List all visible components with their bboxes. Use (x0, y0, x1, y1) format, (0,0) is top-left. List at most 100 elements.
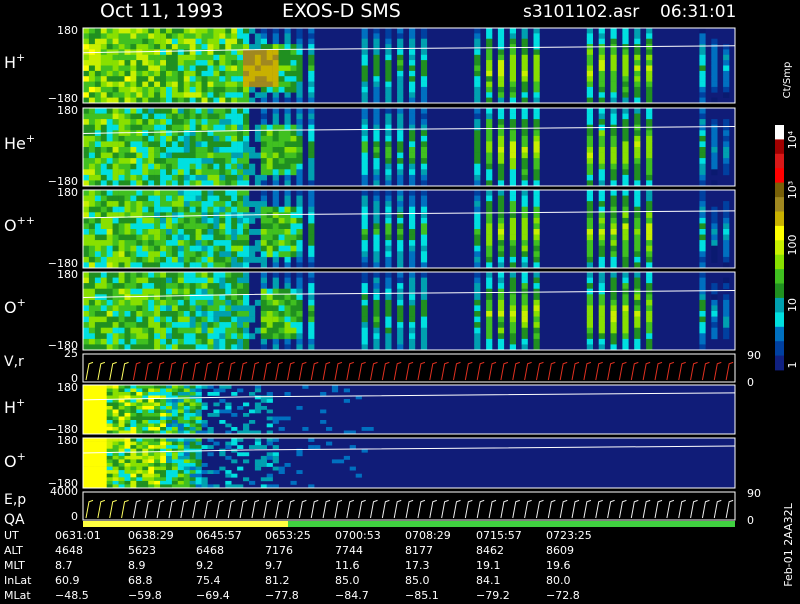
spectrogram-cell (586, 60, 593, 66)
spectrogram-cell (112, 305, 119, 312)
spectrogram-cell (420, 152, 428, 159)
spectrogram-cell (646, 169, 653, 176)
spectrogram-cell (521, 305, 528, 312)
spectrogram-cell (509, 163, 516, 170)
ephemeris-cell: 8.9 (128, 559, 146, 572)
spectrogram-cell (586, 251, 593, 258)
spectrogram-cell (118, 217, 125, 224)
spectrogram-cell (112, 441, 119, 446)
spectrogram-cell (171, 445, 179, 449)
spectrogram-cell (83, 427, 90, 431)
spectrogram-cell (474, 190, 481, 196)
spectrogram-cell (249, 76, 256, 82)
spectrogram-cell (106, 427, 113, 431)
spectrogram-cell (201, 70, 208, 77)
spectrogram-cell (634, 174, 641, 181)
spectrogram-cell (88, 70, 96, 77)
spectrogram-cell (521, 180, 528, 187)
spectrogram-cell (219, 70, 226, 77)
spectrogram-cell (397, 245, 404, 252)
spectrogram-cell (88, 402, 96, 407)
spectrogram-cell (622, 327, 629, 334)
spectrogram-cell (610, 251, 617, 258)
spectrogram-cell (373, 212, 380, 219)
spectrogram-cell (142, 322, 149, 328)
spectrogram-cell (533, 33, 540, 40)
spectrogram-cell (195, 234, 202, 241)
spectrogram-cell (136, 158, 143, 164)
spectrogram-cell (397, 229, 404, 235)
spectrogram-cell (154, 480, 161, 485)
right-axis-min-label: 0 (747, 376, 754, 389)
spectrogram-cell (699, 256, 706, 263)
spectrogram-cell (106, 406, 113, 410)
spectrogram-cell (189, 388, 196, 393)
spectrogram-cell (183, 65, 190, 72)
spectrogram-cell (231, 44, 238, 50)
spectrogram-cell (183, 272, 190, 278)
spectrogram-cell (723, 311, 730, 317)
spectrogram-cell (284, 327, 291, 334)
spectrogram-cell (94, 245, 102, 252)
spectrogram-cell (308, 38, 315, 45)
spectrogram-cell (272, 195, 279, 202)
spectrogram-cell (83, 283, 90, 289)
spectrogram-cell (183, 399, 190, 403)
spectrogram-cell (598, 217, 605, 224)
spectrogram-cell (94, 240, 102, 246)
spectrogram-cell (373, 163, 380, 170)
spectrogram-cell (112, 108, 119, 114)
spectrogram-cell (124, 427, 131, 431)
spectrogram-cell (646, 223, 653, 230)
spectrogram-cell (88, 463, 96, 467)
spectrogram-cell (237, 201, 244, 207)
spectrogram-cell (195, 272, 202, 278)
spectrogram-cell (598, 76, 605, 82)
spectrogram-cell (88, 445, 96, 449)
spectrogram-cell (83, 409, 90, 414)
spectrogram-cell (420, 251, 428, 258)
spectrogram-cell (260, 327, 267, 334)
spectrogram-cell (100, 392, 107, 396)
spectrogram-cell (130, 245, 137, 252)
spectrogram-cell (699, 92, 706, 98)
spectrogram-cell (397, 223, 404, 230)
spectrogram-cell (112, 388, 119, 393)
spectrogram-cell (100, 163, 107, 170)
spectrogram-cell (106, 223, 113, 230)
spectrogram-cell (219, 119, 226, 125)
spectrogram-cell (142, 392, 149, 396)
spectrogram-cell (266, 299, 273, 306)
spectrogram-cell (207, 305, 214, 312)
spectrogram-cell (385, 130, 392, 137)
spectrogram-cell (243, 206, 250, 213)
spectrogram-cell (112, 262, 119, 269)
spectrogram-cell (166, 97, 173, 104)
spectrogram-cell (195, 388, 202, 393)
spectrogram-cell (83, 416, 90, 421)
spectrogram-cell (100, 470, 107, 474)
spectrogram-cell (355, 473, 362, 478)
spectrogram-cell (646, 158, 653, 164)
spectrogram-cell (183, 229, 190, 235)
spectrogram-cell (118, 119, 125, 125)
spectrogram-cell (88, 441, 96, 446)
spectrogram-cell (160, 234, 167, 241)
spectrogram-cell (171, 70, 179, 77)
spectrogram-cell (699, 60, 706, 66)
spectrogram-cell (118, 124, 125, 131)
spectrogram-cell (272, 262, 279, 269)
spectrogram-cell (124, 130, 131, 137)
spectrogram-cell (136, 311, 143, 317)
spectrogram-cell (497, 229, 505, 235)
spectrogram-cell (112, 54, 119, 61)
spectrogram-cell (397, 113, 404, 120)
spectrogram-cell (106, 33, 113, 40)
spectrogram-cell (213, 441, 220, 446)
spectrogram-cell (723, 327, 730, 334)
spectrogram-cell (243, 262, 250, 269)
spectrogram-cell (272, 466, 279, 471)
ephemeris-cell: 8462 (476, 544, 504, 557)
spectrogram-cell (207, 195, 214, 202)
spectrogram-cell (409, 272, 416, 278)
